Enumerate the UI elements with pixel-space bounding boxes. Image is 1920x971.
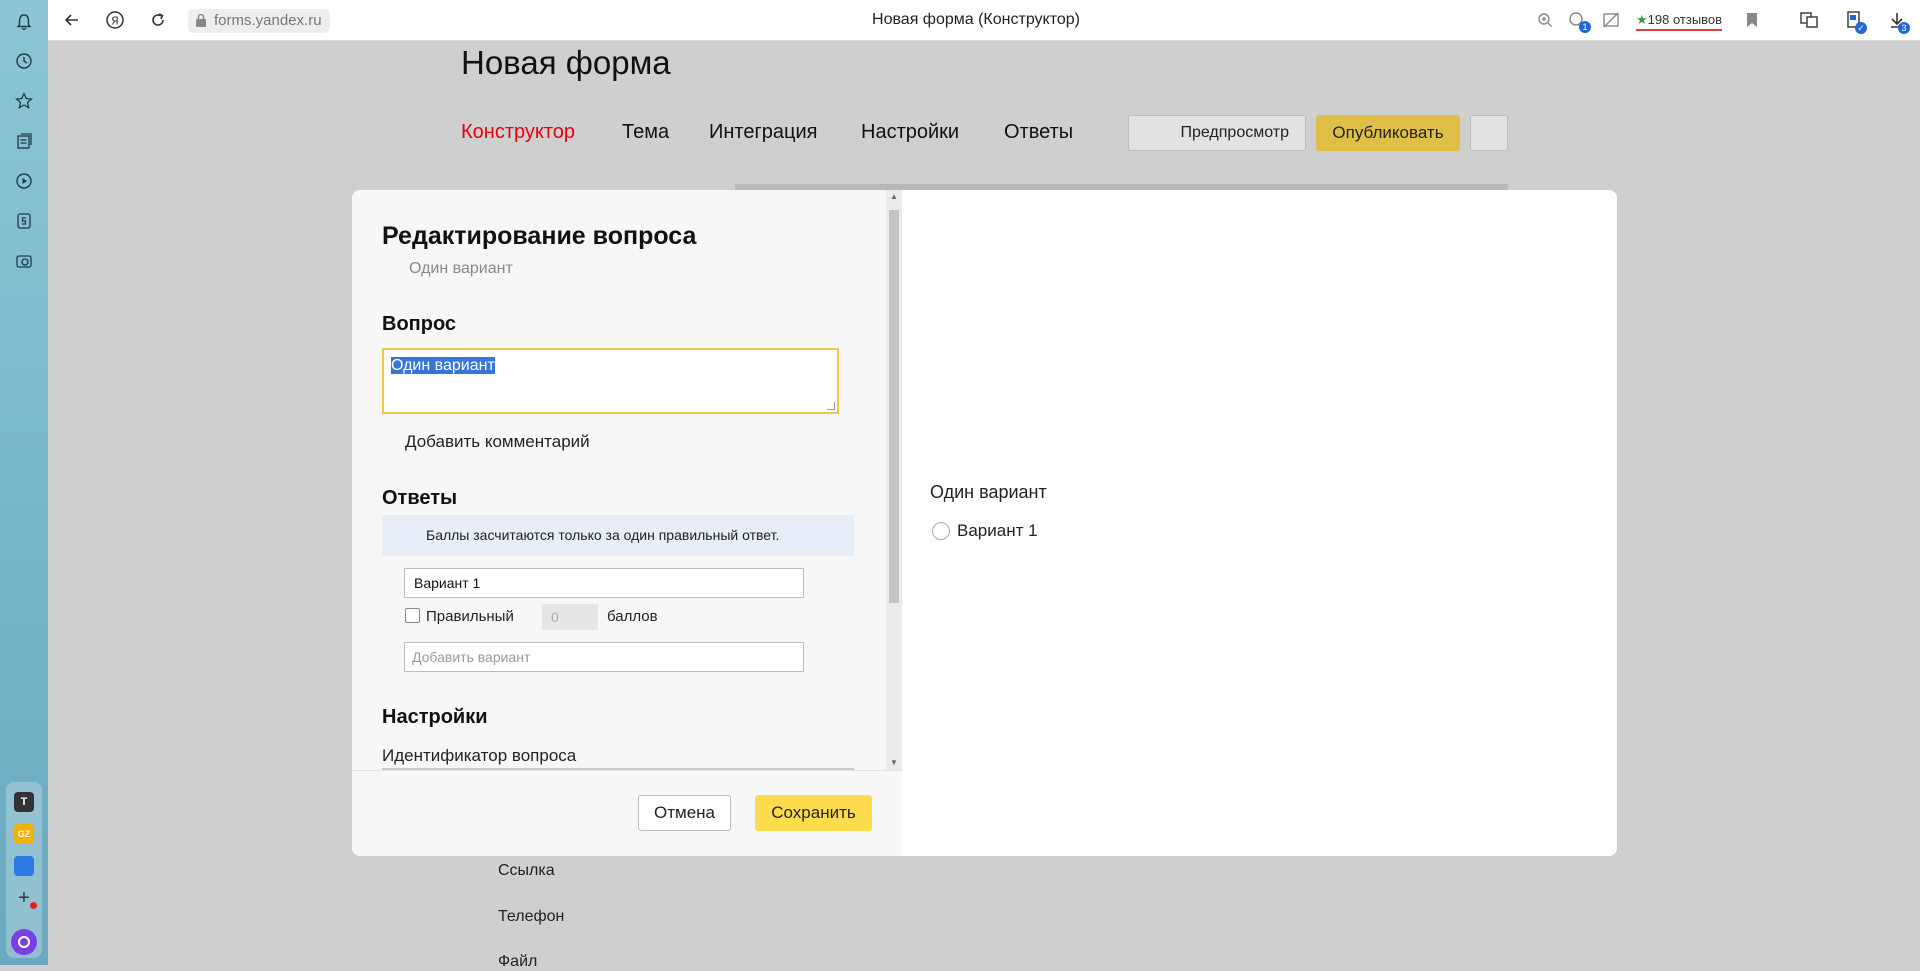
edit-panel: Редактирование вопроса Один вариант Вопр… [352, 190, 902, 770]
alice-icon[interactable] [11, 929, 37, 955]
scoring-info-box: Баллы засчитаются только за один правиль… [382, 515, 854, 556]
field-type-link[interactable]: Ссылка [498, 862, 555, 880]
zoom-icon[interactable] [1534, 9, 1556, 31]
tab-constructor[interactable]: Конструктор [461, 121, 575, 144]
cancel-button[interactable]: Отмена [638, 795, 731, 831]
preview-question-label: Один вариант [930, 482, 1047, 502]
reviews-link[interactable]: ★198 отзывов [1636, 12, 1723, 31]
field-type-phone[interactable]: Телефон [498, 908, 564, 926]
preview-button[interactable]: Предпросмотр [1128, 115, 1306, 151]
tab-integration[interactable]: Интеграция [709, 121, 817, 144]
question-text-input[interactable]: Один вариант [382, 348, 839, 414]
bell-icon[interactable] [12, 10, 36, 34]
add-comment-link[interactable]: Добавить комментарий [405, 432, 590, 452]
question-type-label: Один вариант [409, 260, 513, 277]
no-images-icon[interactable] [1600, 9, 1622, 31]
browser-sidebar: T GZ + [0, 0, 48, 965]
question-id-label: Идентификатор вопроса [382, 746, 577, 765]
collections-icon[interactable] [12, 129, 36, 153]
downloads-badge: 3 [1898, 22, 1910, 34]
dialog-footer: Отмена Сохранить [352, 770, 902, 856]
add-variant-input[interactable]: Добавить вариант [404, 642, 804, 672]
tab-settings[interactable]: Настройки [861, 121, 959, 144]
camera-icon[interactable] [12, 249, 36, 273]
reviews-count: 198 отзывов [1647, 12, 1723, 27]
preview-variant-label: Вариант 1 [957, 521, 1038, 540]
edit-question-dialog: Редактирование вопроса Один вариант Вопр… [352, 190, 1617, 856]
correct-label: Правильный [426, 608, 514, 625]
answers-heading: Ответы [382, 487, 458, 509]
save-button[interactable]: Сохранить [755, 795, 872, 831]
extensions-icon[interactable]: 1 [1566, 9, 1591, 33]
resize-grip-icon[interactable] [827, 402, 835, 410]
tab-theme[interactable]: Тема [622, 121, 669, 144]
preview-radio-button[interactable] [932, 522, 950, 540]
question-heading: Вопрос [382, 313, 457, 335]
page-tab-title: Новая форма (Конструктор) [872, 11, 1080, 28]
dialog-title: Редактирование вопроса [382, 222, 697, 250]
edit-panel-scrollbar[interactable]: ▲ ▼ [886, 190, 902, 770]
scroll-up-icon[interactable]: ▲ [890, 192, 898, 201]
video-icon[interactable] [12, 169, 36, 193]
notes-icon[interactable] [12, 209, 36, 233]
sidebar-app-gz[interactable]: GZ [14, 824, 34, 844]
settings-heading: Настройки [382, 706, 488, 728]
scroll-thumb[interactable] [889, 210, 899, 603]
field-type-file[interactable]: Файл [498, 953, 537, 971]
reviews-star-icon: ★ [1636, 12, 1648, 27]
star-icon[interactable] [12, 89, 36, 113]
notification-dot [30, 902, 37, 909]
publish-button[interactable]: Опубликовать [1316, 115, 1460, 151]
sidebar-app-cube[interactable] [14, 856, 34, 876]
extensions-badge: 1 [1579, 21, 1591, 33]
scroll-down-icon[interactable]: ▼ [890, 758, 898, 767]
sidebar-app-label: GZ [17, 829, 31, 839]
variant-1-input[interactable]: Вариант 1 [404, 568, 804, 598]
page-title: Новая форма [461, 44, 671, 81]
more-button[interactable] [1470, 115, 1508, 151]
points-label: баллов [607, 608, 658, 625]
sidebar-app-t[interactable]: T [14, 792, 34, 812]
protect-badge: ✓ [1855, 22, 1867, 34]
browser-toolbar: Я forms.yandex.ru Новая форма (Конструкт… [48, 0, 1920, 41]
downloads-icon[interactable]: 3 [1886, 9, 1910, 34]
bookmark-icon[interactable] [1741, 9, 1763, 31]
translate-icon[interactable] [1798, 9, 1820, 31]
protect-icon[interactable]: ✓ [1843, 9, 1867, 34]
sidebar-app-label: T [20, 796, 28, 808]
points-input[interactable]: 0 [542, 604, 598, 630]
correct-checkbox[interactable] [405, 608, 420, 623]
question-text-value: Один вариант [391, 357, 495, 374]
history-icon[interactable] [12, 49, 36, 73]
tab-answers[interactable]: Ответы [1004, 121, 1073, 144]
